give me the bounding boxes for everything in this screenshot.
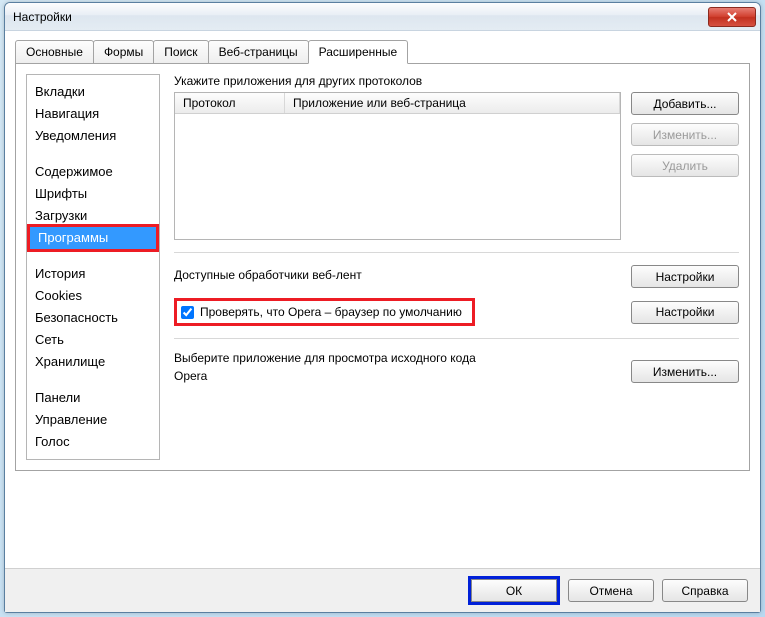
default-browser-label: Проверять, что Opera – браузер по умолча… (200, 305, 462, 319)
sidebar-item-storage[interactable]: Хранилище (27, 351, 159, 373)
separator (174, 252, 739, 253)
default-browser-checkbox-wrap[interactable]: Проверять, что Opera – браузер по умолча… (174, 298, 475, 326)
close-button[interactable] (708, 7, 756, 27)
th-protocol[interactable]: Протокол (175, 93, 285, 113)
ok-button[interactable]: ОК (471, 579, 557, 602)
button-bar: ОК Отмена Справка (5, 568, 760, 612)
ok-highlight: ОК (468, 576, 560, 605)
sidebar-item-voice[interactable]: Голос (27, 431, 159, 453)
edit-button: Изменить... (631, 123, 739, 146)
sidebar-item-cookies[interactable]: Cookies (27, 285, 159, 307)
sidebar-item-navigation[interactable]: Навигация (27, 103, 159, 125)
content-pane: Укажите приложения для других протоколов… (174, 74, 739, 460)
tabs-container: Основные Формы Поиск Веб-страницы Расшир… (15, 39, 750, 471)
feeds-settings-button[interactable]: Настройки (631, 265, 739, 288)
tab-search[interactable]: Поиск (153, 40, 208, 64)
table-header: Протокол Приложение или веб-страница (175, 93, 620, 114)
source-edit-button[interactable]: Изменить... (631, 360, 739, 383)
close-icon (727, 12, 737, 22)
dialog-body: Основные Формы Поиск Веб-страницы Расшир… (5, 31, 760, 568)
protocols-label: Укажите приложения для других протоколов (174, 74, 739, 88)
default-browser-checkbox[interactable] (181, 306, 194, 319)
sidebar-item-programs[interactable]: Программы (27, 224, 159, 252)
sidebar-item-tabs[interactable]: Вкладки (27, 81, 159, 103)
protocols-section: Укажите приложения для других протоколов… (174, 74, 739, 240)
settings-window: Настройки Основные Формы Поиск Веб-стран… (4, 2, 761, 613)
tab-forms[interactable]: Формы (93, 40, 154, 64)
sidebar-item-history[interactable]: История (27, 263, 159, 285)
sidebar-item-fonts[interactable]: Шрифты (27, 183, 159, 205)
source-label: Выберите приложение для просмотра исходн… (174, 351, 621, 365)
sidebar-item-network[interactable]: Сеть (27, 329, 159, 351)
sidebar: Вкладки Навигация Уведомления Содержимое… (26, 74, 160, 460)
tab-basic[interactable]: Основные (15, 40, 94, 64)
tab-panel: Вкладки Навигация Уведомления Содержимое… (15, 63, 750, 471)
window-title: Настройки (13, 10, 708, 24)
delete-button: Удалить (631, 154, 739, 177)
add-button[interactable]: Добавить... (631, 92, 739, 115)
source-app-name: Opera (174, 369, 621, 383)
help-button[interactable]: Справка (662, 579, 748, 602)
sidebar-item-label: Программы (30, 227, 156, 249)
sidebar-item-notifications[interactable]: Уведомления (27, 125, 159, 147)
source-viewer-row: Выберите приложение для просмотра исходн… (174, 351, 739, 383)
tab-advanced[interactable]: Расширенные (308, 40, 409, 64)
tab-webpages[interactable]: Веб-страницы (208, 40, 309, 64)
separator (174, 338, 739, 339)
sidebar-item-panels[interactable]: Панели (27, 387, 159, 409)
feeds-label: Доступные обработчики веб-лент (174, 268, 621, 282)
default-settings-button[interactable]: Настройки (631, 301, 739, 324)
default-browser-row: Проверять, что Opera – браузер по умолча… (174, 298, 739, 326)
titlebar: Настройки (5, 3, 760, 31)
th-application[interactable]: Приложение или веб-страница (285, 93, 620, 113)
sidebar-item-content[interactable]: Содержимое (27, 161, 159, 183)
feeds-row: Доступные обработчики веб-лент Настройки (174, 265, 739, 288)
cancel-button[interactable]: Отмена (568, 579, 654, 602)
protocols-table[interactable]: Протокол Приложение или веб-страница (174, 92, 621, 240)
sidebar-item-management[interactable]: Управление (27, 409, 159, 431)
protocol-buttons: Добавить... Изменить... Удалить (631, 92, 739, 177)
tabs: Основные Формы Поиск Веб-страницы Расшир… (15, 40, 750, 64)
sidebar-item-security[interactable]: Безопасность (27, 307, 159, 329)
